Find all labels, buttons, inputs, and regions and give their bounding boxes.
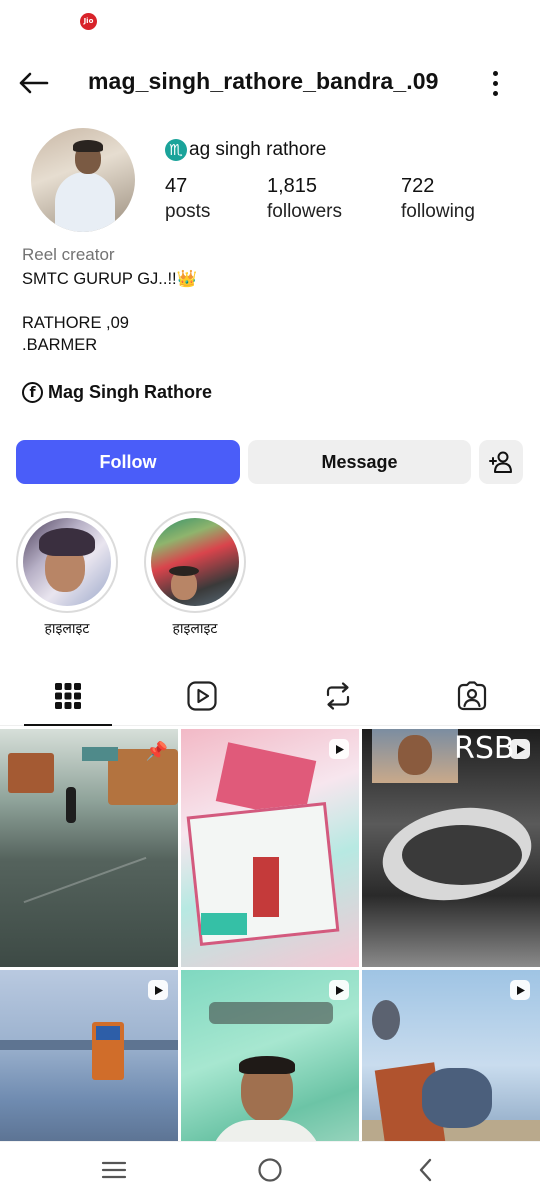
stat-label: posts (165, 201, 211, 222)
posts-grid: 📌 RSB (0, 729, 540, 1141)
stat-value: 1,815 (267, 175, 318, 197)
followers-count[interactable]: 1,815 followers (267, 175, 342, 223)
scorpio-zodiac-icon: ♏ (165, 139, 187, 161)
reel-icon (148, 980, 168, 1000)
post-thumbnail[interactable] (181, 729, 359, 967)
reel-icon (510, 739, 530, 759)
recent-apps-button[interactable] (94, 1150, 134, 1190)
post-thumbnail[interactable] (362, 970, 540, 1141)
reel-icon (510, 980, 530, 1000)
home-button[interactable] (250, 1150, 290, 1190)
tab-reels[interactable] (158, 668, 246, 724)
jio-icon: Jio (80, 13, 97, 30)
system-back-button[interactable] (406, 1150, 446, 1190)
profile-avatar[interactable] (31, 128, 135, 232)
facebook-profile-link[interactable]: f Mag Singh Rathore (22, 382, 212, 403)
post-thumbnail[interactable]: RSB (362, 729, 540, 967)
grid-icon (55, 683, 81, 709)
arrow-left-icon (19, 72, 49, 94)
home-circle-icon (258, 1158, 282, 1182)
tab-posts-grid[interactable] (24, 668, 112, 724)
story-highlight[interactable]: हाइलाइट (144, 511, 246, 638)
status-bar: Jio (0, 0, 540, 44)
profile-category: Reel creator (22, 245, 115, 264)
tagged-icon (457, 681, 487, 711)
post-thumbnail[interactable] (0, 970, 178, 1141)
posts-count[interactable]: 47 posts (165, 175, 210, 223)
recent-apps-icon (101, 1161, 127, 1179)
pin-icon: 📌 (145, 741, 168, 762)
post-thumbnail[interactable] (181, 970, 359, 1141)
tab-tagged[interactable] (428, 668, 516, 724)
stat-label: followers (267, 201, 342, 222)
stat-value: 47 (165, 175, 188, 197)
profile-header: mag_singh_rathore_bandra_.09 (0, 58, 540, 108)
reels-icon (187, 681, 217, 711)
stat-value: 722 (401, 175, 435, 197)
highlight-label: हाइलाइट (172, 621, 218, 637)
system-navigation-bar (0, 1141, 540, 1199)
highlight-cover (151, 518, 239, 606)
display-name: ♏ ag singh rathore (165, 139, 326, 161)
bio-line: RATHORE ,09 (22, 314, 129, 332)
suggested-users-button[interactable] (479, 440, 523, 484)
repost-icon (326, 682, 350, 710)
follow-button[interactable]: Follow (16, 440, 240, 484)
more-vertical-icon (492, 70, 498, 76)
following-count[interactable]: 722 following (401, 175, 475, 223)
profile-username: mag_singh_rathore_bandra_.09 (88, 68, 439, 94)
facebook-icon: f (22, 382, 43, 403)
stat-label: following (401, 201, 475, 222)
post-overlay-text: RSB (454, 731, 515, 766)
highlight-cover (23, 518, 111, 606)
tab-reposts[interactable] (294, 668, 382, 724)
story-highlight[interactable]: हाइलाइट (16, 511, 118, 638)
more-options-button[interactable] (480, 66, 510, 100)
chevron-left-icon (419, 1158, 432, 1182)
bio-line: .BARMER (22, 336, 98, 354)
active-tab-indicator (24, 724, 112, 726)
post-thumbnail[interactable]: 📌 (0, 729, 178, 967)
highlight-label: हाइलाइट (44, 621, 90, 637)
reel-icon (329, 980, 349, 1000)
profile-tabs (0, 668, 540, 726)
add-user-icon (489, 451, 512, 473)
reel-icon (329, 739, 349, 759)
message-button[interactable]: Message (248, 440, 471, 484)
bio-line: SMTC GURUP GJ..!!👑 (22, 270, 198, 288)
facebook-link-text: Mag Singh Rathore (48, 382, 213, 402)
display-name-text: ag singh rathore (189, 139, 327, 160)
back-button[interactable] (14, 64, 52, 102)
